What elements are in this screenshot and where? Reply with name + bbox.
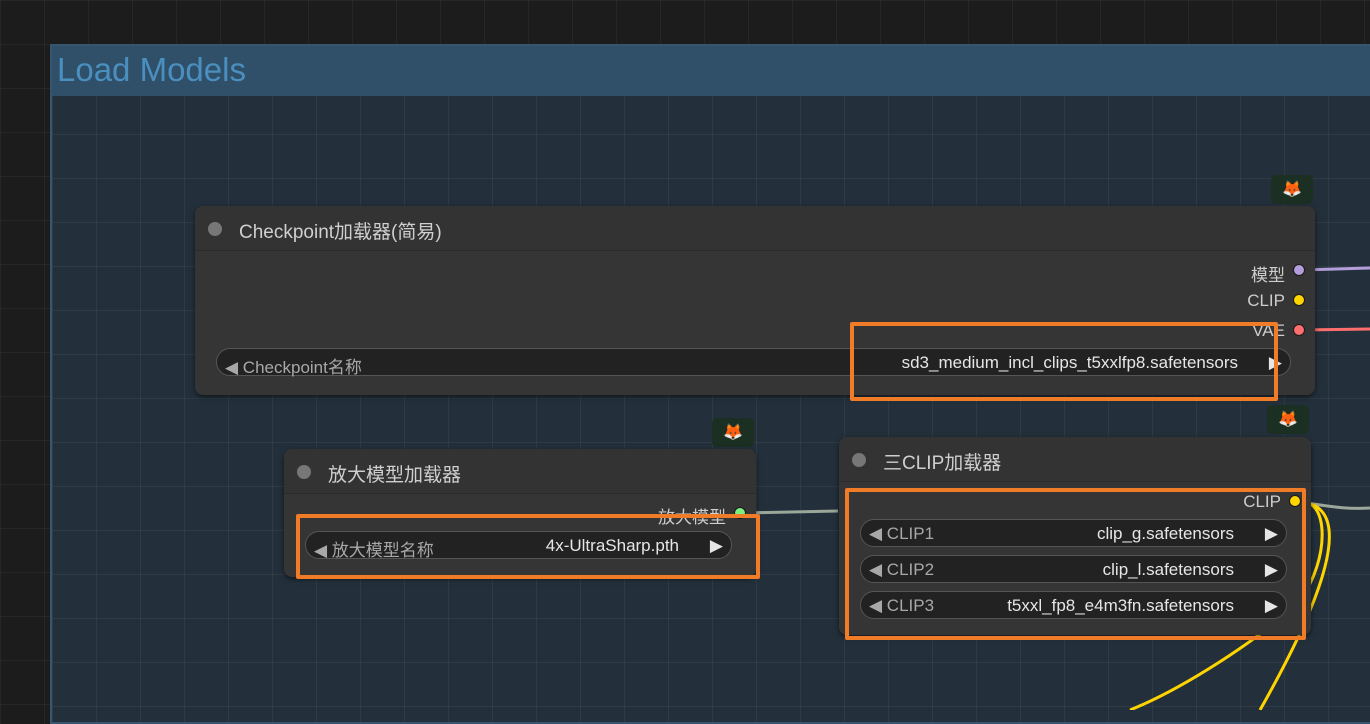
fox-icon[interactable]: 🦊: [712, 418, 754, 447]
collapse-dot-icon[interactable]: [297, 465, 311, 479]
fox-icon[interactable]: 🦊: [1271, 175, 1313, 204]
highlight-upscale-widget: [296, 514, 760, 579]
node-title: 三CLIP加载器: [883, 453, 1002, 474]
output-model-label: 模型: [1251, 266, 1285, 285]
collapse-dot-icon[interactable]: [208, 222, 222, 236]
node-header[interactable]: Checkpoint加载器(简易): [195, 206, 1315, 251]
output-clip-socket[interactable]: [1293, 294, 1305, 306]
node-title: Checkpoint加载器(简易): [239, 222, 442, 243]
collapse-dot-icon[interactable]: [852, 453, 866, 467]
output-clip-label: CLIP: [1247, 291, 1285, 310]
output-model-socket[interactable]: [1293, 264, 1305, 276]
node-header[interactable]: 放大模型加载器: [284, 449, 756, 494]
output-vae-socket[interactable]: [1293, 324, 1305, 336]
highlight-clip-widgets: [845, 488, 1306, 640]
upscale-model-wire: [741, 509, 839, 515]
node-title: 放大模型加载器: [328, 465, 462, 486]
widget-label: Checkpoint名称: [242, 358, 362, 377]
node-header[interactable]: 三CLIP加载器: [839, 437, 1311, 482]
highlight-checkpoint-value: [850, 322, 1278, 401]
fox-icon[interactable]: 🦊: [1267, 405, 1309, 434]
checkpoint-name-left-arrow[interactable]: ◀ Checkpoint名称: [225, 353, 362, 378]
